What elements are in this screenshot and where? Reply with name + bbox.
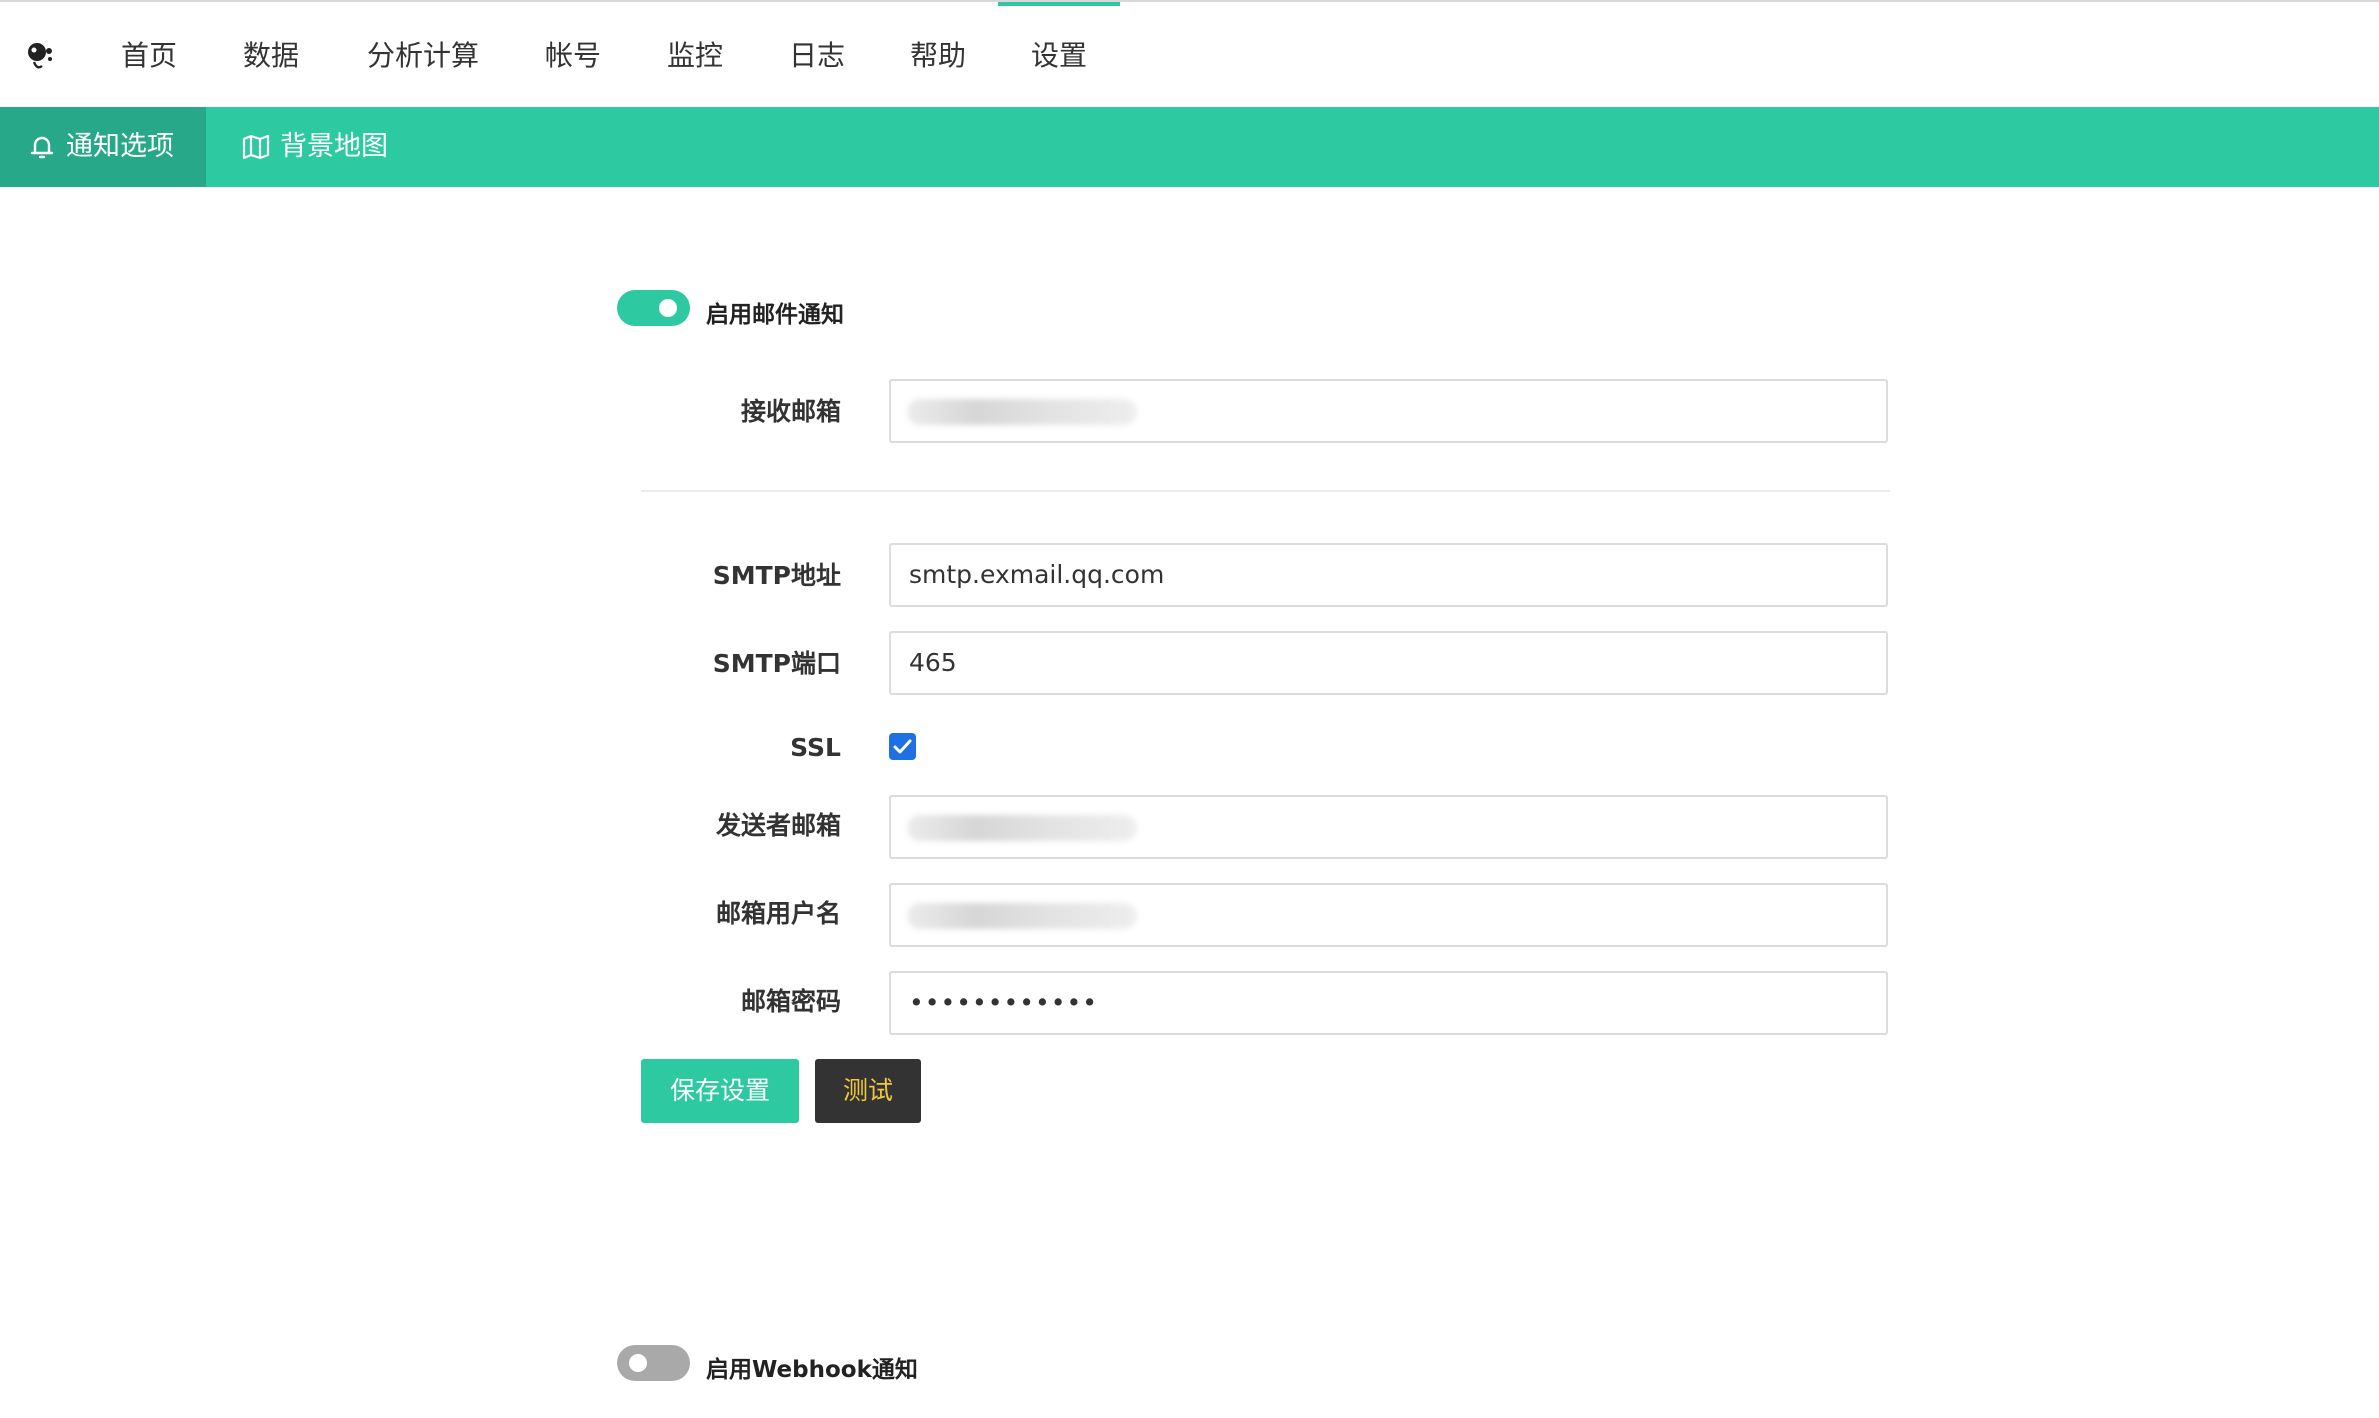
top-navbar: 首页 数据 分析计算 帐号 监控 日志 帮助 设置 xyxy=(0,2,2379,107)
smtp-host-label: SMTP地址 xyxy=(712,561,841,590)
tab-background-map-label: 背景地图 xyxy=(280,131,388,162)
nav-account[interactable]: 帐号 xyxy=(541,2,605,107)
tab-notify-options-label: 通知选项 xyxy=(66,131,174,162)
redacted-value xyxy=(907,903,1137,929)
bell-icon xyxy=(30,136,54,159)
toggle-knob xyxy=(659,299,677,317)
nav-home[interactable]: 首页 xyxy=(117,2,181,107)
tab-notify-options[interactable]: 通知选项 xyxy=(0,107,206,187)
toggle-knob xyxy=(629,1354,647,1372)
map-icon xyxy=(242,134,270,160)
nav-settings[interactable]: 设置 xyxy=(998,2,1120,107)
nav-help[interactable]: 帮助 xyxy=(906,2,970,107)
ssl-label: SSL xyxy=(790,733,841,762)
mail-password-input[interactable]: •••••••••••• xyxy=(889,971,1888,1035)
smtp-port-input[interactable]: 465 xyxy=(889,631,1888,695)
mail-username-input[interactable] xyxy=(889,883,1888,947)
settings-subnav: 通知选项 背景地图 xyxy=(0,107,2379,187)
check-icon xyxy=(893,739,912,754)
recipient-email-label: 接收邮箱 xyxy=(740,397,841,426)
sender-email-label: 发送者邮箱 xyxy=(715,811,841,840)
section-divider xyxy=(641,490,1890,492)
nav-log[interactable]: 日志 xyxy=(785,2,849,107)
sender-email-input[interactable] xyxy=(889,795,1888,859)
ssl-checkbox[interactable] xyxy=(889,733,916,760)
nav-analysis[interactable]: 分析计算 xyxy=(363,2,483,107)
redacted-value xyxy=(907,815,1137,841)
webhook-notify-toggle[interactable] xyxy=(617,1345,690,1381)
mail-username-label: 邮箱用户名 xyxy=(715,899,841,928)
save-settings-button[interactable]: 保存设置 xyxy=(641,1059,799,1123)
nav-data[interactable]: 数据 xyxy=(239,2,303,107)
logo-icon[interactable] xyxy=(24,40,58,74)
email-notify-toggle[interactable] xyxy=(617,290,690,326)
smtp-port-label: SMTP端口 xyxy=(712,649,841,678)
email-notify-label: 启用邮件通知 xyxy=(706,302,844,328)
redacted-value xyxy=(907,399,1137,425)
mail-password-label: 邮箱密码 xyxy=(740,987,841,1016)
recipient-email-input[interactable] xyxy=(889,379,1888,443)
nav-monitor[interactable]: 监控 xyxy=(663,2,727,107)
test-button[interactable]: 测试 xyxy=(815,1059,921,1123)
tab-background-map[interactable]: 背景地图 xyxy=(206,107,406,187)
smtp-host-input[interactable]: smtp.exmail.qq.com xyxy=(889,543,1888,607)
webhook-notify-label: 启用Webhook通知 xyxy=(706,1357,918,1383)
